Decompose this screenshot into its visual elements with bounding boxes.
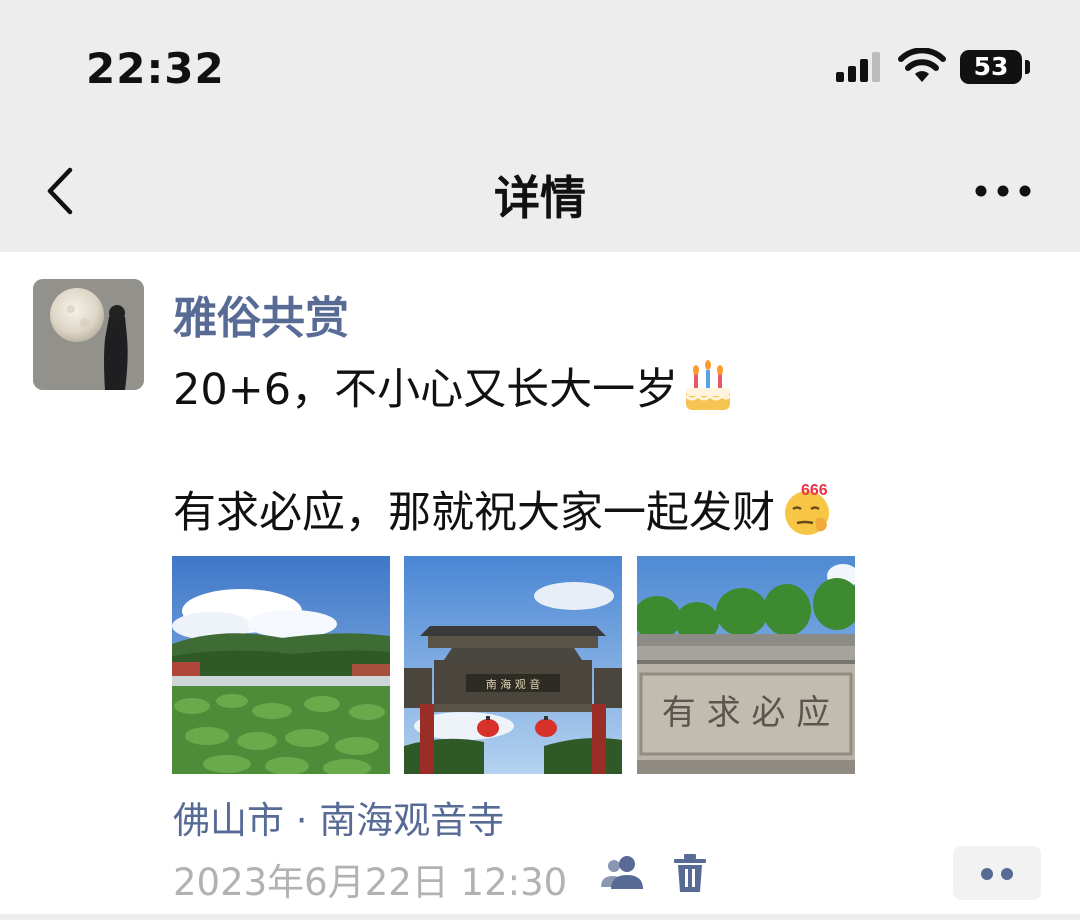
666-thinking-emoji: 666 [785,482,829,535]
temple-gate-photo[interactable]: 南 海 观 音 [404,556,622,774]
birthday-cake-emoji [685,360,732,410]
battery-tip [1025,60,1030,74]
avatar[interactable] [33,279,144,390]
visibility-friends-icon[interactable] [601,853,645,893]
delete-icon[interactable] [672,853,708,893]
gate-plaque-text: 南 海 观 音 [486,677,541,691]
nav-bar: 详情 [0,140,1080,252]
comment-like-button[interactable] [953,846,1041,900]
post-text-line-2: 有求必应，那就祝大家一起发财 666 [173,478,839,540]
page-title: 详情 [494,171,586,225]
plaque-text: 有 求 必 应 [662,693,830,733]
action-dot [981,868,993,880]
location-link[interactable]: 佛山市 · 南海观音寺 [173,790,504,844]
author-name[interactable]: 雅俗共赏 [173,282,349,346]
post-timestamp: 2023年6月22日 12:30 [173,861,568,904]
status-time: 22:32 [86,44,225,93]
post-text-line-1: 20+6，不小心又长大一岁 [173,355,734,417]
lotus-pond-photo[interactable] [172,556,390,774]
battery-icon: 53 [960,50,1022,84]
more-button[interactable] [970,176,1036,206]
wifi-icon [898,48,946,82]
status-bar: 22:32 53 [0,0,1080,140]
action-dot [1001,868,1013,880]
cellular-signal-icon [836,52,880,82]
stone-plaque-photo[interactable]: 有 求 必 应 [637,556,855,774]
divider [0,914,1080,920]
post-text: 20+6，不小心又长大一岁 [173,365,679,415]
emoji-666-label: 666 [801,482,828,499]
post-text: 有求必应，那就祝大家一起发财 [173,488,775,538]
